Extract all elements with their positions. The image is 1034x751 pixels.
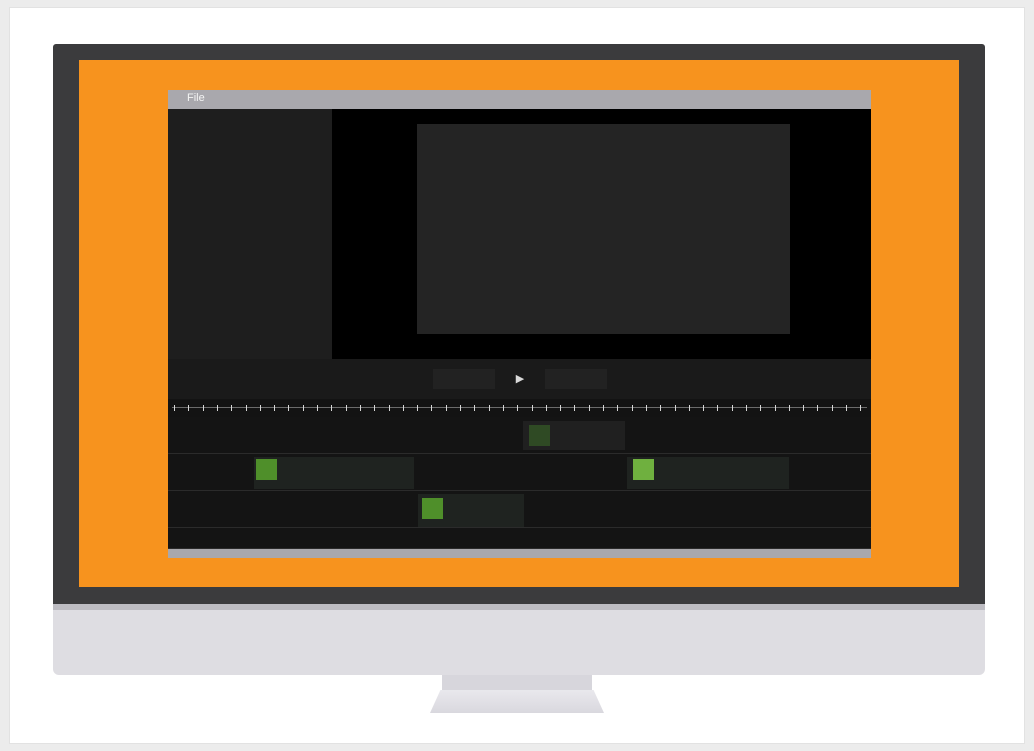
ruler-tick (574, 405, 575, 411)
ruler-tick (517, 405, 518, 411)
ruler-tick (775, 405, 776, 411)
play-icon[interactable]: ▶ (512, 370, 528, 388)
clip-thumbnail (422, 498, 443, 519)
timeline-track-3[interactable] (168, 491, 871, 528)
timeline-track-2[interactable] (168, 454, 871, 491)
forward-button[interactable] (545, 369, 607, 389)
status-strip (168, 549, 871, 558)
menu-file[interactable]: File (187, 92, 205, 104)
ruler-tick (817, 405, 818, 411)
ruler-tick (675, 405, 676, 411)
clip-thumbnail (529, 425, 550, 446)
ruler-tick (460, 405, 461, 411)
clip-thumbnail (256, 459, 277, 480)
timeline-track-4[interactable] (168, 528, 871, 549)
ruler-tick (174, 405, 175, 411)
clip-thumbnail (633, 459, 654, 480)
preview-viewer (332, 109, 871, 359)
ruler-tick (689, 405, 690, 411)
ruler-tick (746, 405, 747, 411)
ruler-tick (417, 405, 418, 411)
ruler-tick (589, 405, 590, 411)
ruler-tick (217, 405, 218, 411)
ruler-tick (360, 405, 361, 411)
ruler-tick (789, 405, 790, 411)
ruler-tick (346, 405, 347, 411)
ruler-tick (532, 405, 533, 411)
ruler-tick (389, 405, 390, 411)
ruler-tick (846, 405, 847, 411)
ruler-tick (503, 405, 504, 411)
transport-controls: ▶ (168, 359, 871, 399)
ruler-tick (374, 405, 375, 411)
timeline-ruler[interactable] (168, 399, 871, 417)
ruler-tick (560, 405, 561, 411)
monitor-stand-neck (442, 675, 592, 690)
media-browser-panel (168, 109, 332, 359)
ruler-tick (646, 405, 647, 411)
ruler-tick (331, 405, 332, 411)
ruler-tick (303, 405, 304, 411)
timeline-track-1[interactable] (168, 417, 871, 454)
ruler-tick (617, 405, 618, 411)
ruler-tick (474, 405, 475, 411)
ruler-tick (231, 405, 232, 411)
ruler-tick (274, 405, 275, 411)
monitor-chin (53, 604, 985, 675)
ruler-tick (546, 405, 547, 411)
ruler-tick (860, 405, 861, 411)
video-editor-window: File ▶ (168, 90, 871, 558)
ruler-tick (717, 405, 718, 411)
timeline-clip[interactable] (254, 457, 414, 489)
ruler-tick (260, 405, 261, 411)
ruler-tick (603, 405, 604, 411)
rewind-button[interactable] (433, 369, 495, 389)
ruler-tick (660, 405, 661, 411)
menu-bar: File (168, 90, 871, 109)
ruler-tick (446, 405, 447, 411)
ruler-tick (703, 405, 704, 411)
ruler-tick (403, 405, 404, 411)
ruler-tick (489, 405, 490, 411)
ruler-line (172, 407, 867, 408)
ruler-tick (246, 405, 247, 411)
ruler-tick (803, 405, 804, 411)
ruler-tick (288, 405, 289, 411)
ruler-tick (203, 405, 204, 411)
ruler-tick (431, 405, 432, 411)
ruler-tick (832, 405, 833, 411)
ruler-tick (732, 405, 733, 411)
ruler-tick (188, 405, 189, 411)
ruler-tick (760, 405, 761, 411)
monitor-stand-foot (430, 690, 604, 713)
ruler-tick (632, 405, 633, 411)
preview-frame (417, 124, 790, 334)
ruler-tick (317, 405, 318, 411)
